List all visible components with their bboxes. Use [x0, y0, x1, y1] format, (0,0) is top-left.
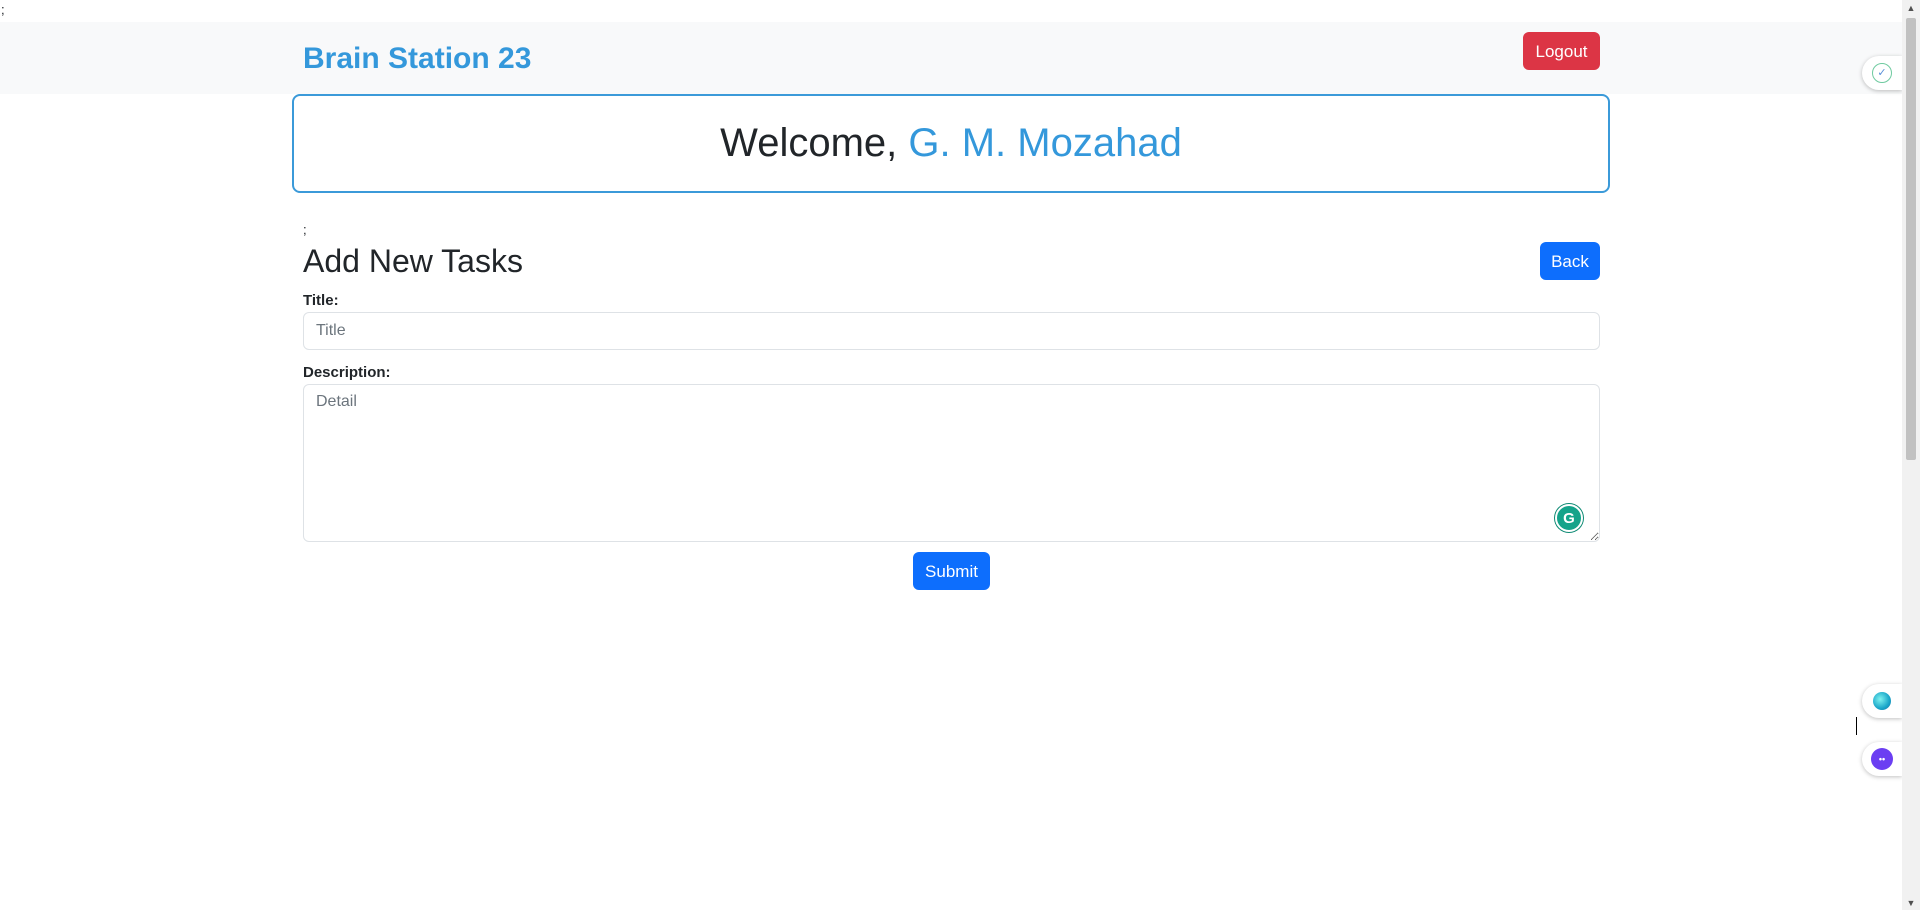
extension-tab[interactable]: ✓ [1862, 56, 1902, 90]
title-label: Title: [303, 292, 339, 309]
scroll-down-icon[interactable]: ▼ [1906, 898, 1916, 908]
bot-face-icon: •• [1871, 748, 1893, 770]
brand-link[interactable]: Brain Station 23 [303, 41, 531, 77]
welcome-banner: Welcome, G. M. Mozahad [292, 94, 1610, 193]
title-input[interactable] [303, 312, 1600, 350]
page-scrollbar[interactable]: ▲ ▼ [1902, 0, 1920, 910]
navbar [0, 22, 1902, 94]
page-title: Add New Tasks [303, 243, 523, 279]
stray-text: ; [1, 2, 5, 17]
back-button[interactable]: Back [1540, 242, 1600, 280]
assistant-orb-icon [1873, 692, 1891, 710]
description-label: Description: [303, 364, 391, 381]
grammarly-icon[interactable]: G [1555, 504, 1583, 532]
text-cursor [1856, 717, 1857, 735]
submit-button[interactable]: Submit [913, 552, 990, 590]
assistant-tab[interactable] [1862, 684, 1902, 718]
stray-text: ; [303, 222, 307, 237]
scrollbar-thumb[interactable] [1906, 18, 1916, 460]
bot-tab[interactable]: •• [1862, 742, 1902, 776]
logout-button[interactable]: Logout [1523, 32, 1600, 70]
extension-icon: ✓ [1872, 63, 1892, 83]
scroll-up-icon[interactable]: ▲ [1906, 3, 1916, 13]
description-textarea[interactable] [303, 384, 1600, 542]
welcome-heading: Welcome, G. M. Mozahad [720, 121, 1182, 166]
user-name: G. M. Mozahad [908, 121, 1182, 165]
welcome-prefix: Welcome, [720, 121, 909, 165]
